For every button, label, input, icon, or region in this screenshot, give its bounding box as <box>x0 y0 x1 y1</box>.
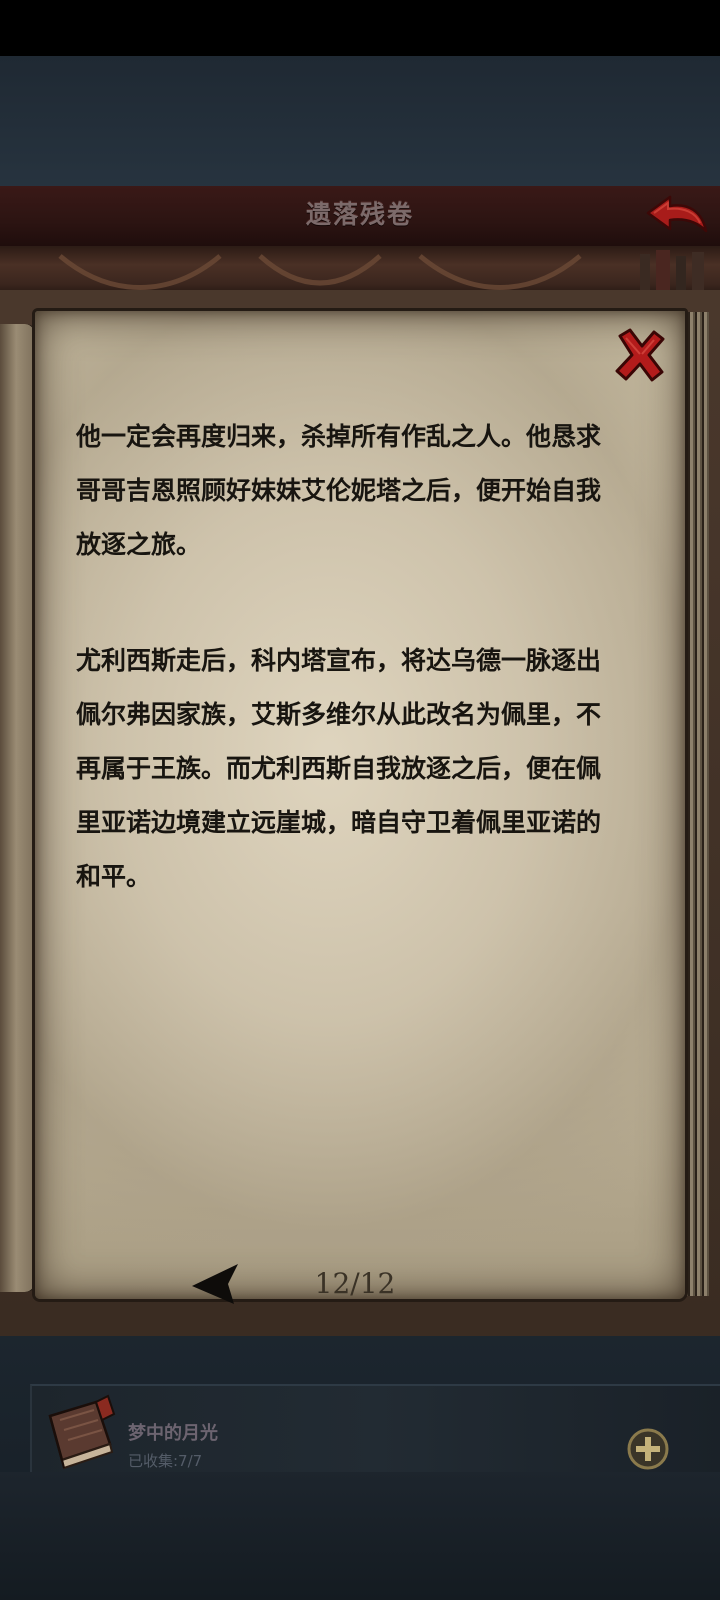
bottom-area <box>0 1472 720 1600</box>
status-bar <box>0 0 720 56</box>
prev-page-button[interactable] <box>190 1262 242 1306</box>
header-bar: 遗落残卷 <box>0 186 720 248</box>
page-counter: 12/12 <box>314 1267 396 1300</box>
collection-progress: 已收集:7/7 <box>128 1452 203 1470</box>
story-paragraph-1: 他一定会再度归来，杀掉所有作乱之人。他恳求哥哥吉恩照顾好妹妹艾伦妮塔之后，便开始… <box>76 422 602 559</box>
page-title: 遗落残卷 <box>305 200 414 229</box>
add-button[interactable] <box>627 1428 669 1470</box>
back-arrow-icon <box>646 195 708 233</box>
collection-icon <box>44 1394 118 1470</box>
book-icon <box>48 1394 116 1470</box>
collection-name: 梦中的月光 <box>128 1423 218 1444</box>
story-paragraph-2: 尤利西斯走后，科内塔宣布，将达乌德一脉逐出佩尔弗因家族，艾斯多维尔从此改名为佩里… <box>76 646 602 891</box>
close-x-icon <box>615 328 665 382</box>
left-arrow-icon <box>192 1264 238 1304</box>
back-button[interactable] <box>644 191 710 239</box>
plus-circle-icon <box>627 1428 669 1470</box>
close-button[interactable] <box>612 326 668 384</box>
